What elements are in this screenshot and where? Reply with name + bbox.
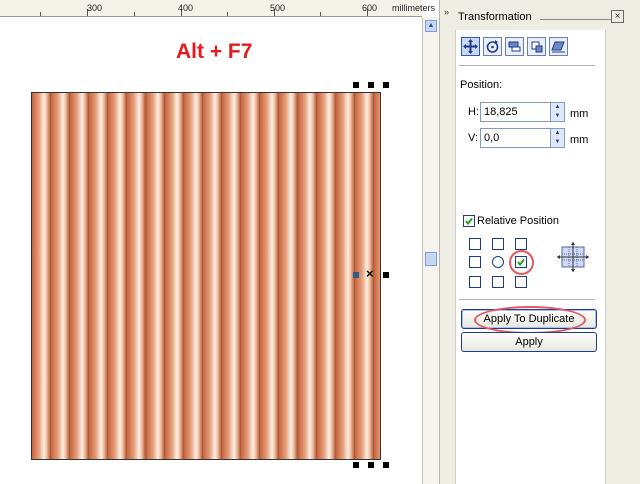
collapse-arrows-icon[interactable]: » xyxy=(444,7,449,17)
highlight-ellipse xyxy=(474,306,586,334)
apply-button[interactable]: Apply xyxy=(461,332,597,352)
ruler-tick xyxy=(134,12,135,16)
close-icon[interactable]: × xyxy=(611,10,624,23)
horizontal-ruler[interactable]: 300 400 500 600 millimeters xyxy=(0,0,435,17)
relative-position-label: Relative Position xyxy=(477,215,559,227)
v-unit: mm xyxy=(570,134,589,146)
docker-title: Transformation xyxy=(458,11,532,23)
ruler-tick xyxy=(320,12,321,16)
h-unit: mm xyxy=(570,108,589,120)
h-position-input[interactable] xyxy=(480,102,551,122)
ruler-label: 600 xyxy=(362,3,378,13)
selection-handle[interactable] xyxy=(383,462,389,468)
v-label: V: xyxy=(468,132,478,144)
selection-handle[interactable] xyxy=(353,272,359,278)
spin-up-icon[interactable]: ▲ xyxy=(551,103,564,112)
highlight-circle xyxy=(509,250,534,275)
ruler-unit: millimeters xyxy=(392,3,436,13)
docker-title-bar[interactable]: » Transformation xyxy=(444,5,616,23)
scale-mirror-icon[interactable] xyxy=(505,37,524,56)
h-spinner[interactable]: ▲ ▼ xyxy=(550,102,565,122)
selection-handle[interactable] xyxy=(383,82,389,88)
rotate-icon[interactable] xyxy=(483,37,502,56)
spin-up-icon[interactable]: ▲ xyxy=(551,129,564,138)
ruler-label: 300 xyxy=(87,3,103,13)
h-label: H: xyxy=(468,106,479,118)
spin-down-icon[interactable]: ▼ xyxy=(551,138,564,147)
anchor-bottom-left[interactable] xyxy=(469,276,481,288)
center-marker-icon[interactable]: × xyxy=(366,266,374,281)
title-divider xyxy=(540,19,616,20)
v-spinner[interactable]: ▲ ▼ xyxy=(550,128,565,148)
anchor-middle-left[interactable] xyxy=(469,256,481,268)
divider xyxy=(459,65,595,66)
anchor-top-center[interactable] xyxy=(492,238,504,250)
spin-down-icon[interactable]: ▼ xyxy=(551,112,564,121)
scroll-thumb[interactable] xyxy=(425,252,437,266)
anchor-bottom-center[interactable] xyxy=(492,276,504,288)
skew-icon[interactable] xyxy=(549,37,568,56)
position-label: Position: xyxy=(460,79,503,91)
selection-handle[interactable] xyxy=(353,82,359,88)
vertical-scrollbar[interactable]: ▲ xyxy=(422,17,439,484)
divider xyxy=(459,299,595,300)
selection-handle[interactable] xyxy=(383,272,389,278)
anchor-bottom-right[interactable] xyxy=(515,276,527,288)
shortcut-annotation: Alt + F7 xyxy=(176,40,253,63)
ruler-tick xyxy=(227,12,228,16)
selection-handle[interactable] xyxy=(353,462,359,468)
ruler-label: 500 xyxy=(270,3,286,13)
relative-position-checkbox[interactable] xyxy=(463,215,475,227)
selection-handle[interactable] xyxy=(368,82,374,88)
position-icon[interactable] xyxy=(461,37,480,56)
ruler-label: 400 xyxy=(178,3,194,13)
striped-object[interactable] xyxy=(31,92,381,460)
selection-handle[interactable] xyxy=(368,462,374,468)
anchor-top-left[interactable] xyxy=(469,238,481,250)
anchor-center[interactable] xyxy=(492,256,504,268)
ruler-tick xyxy=(40,12,41,16)
move-preview-icon xyxy=(555,242,591,272)
size-icon[interactable] xyxy=(527,37,546,56)
anchor-top-right[interactable] xyxy=(515,238,527,250)
scroll-up-icon[interactable]: ▲ xyxy=(425,20,437,32)
v-position-input[interactable] xyxy=(480,128,551,148)
